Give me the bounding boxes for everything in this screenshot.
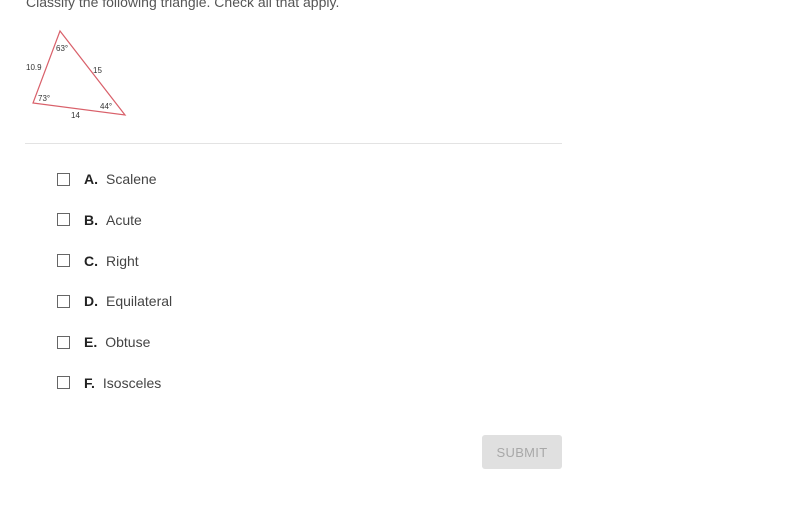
option-letter: C. (84, 252, 98, 269)
option-a[interactable]: A. Scalene (57, 170, 172, 188)
option-label: Isosceles (102, 374, 162, 391)
angle-label-bottom-left: 73° (38, 94, 50, 103)
option-b[interactable]: B. Acute (57, 211, 172, 229)
option-f[interactable]: F. Isosceles (57, 374, 172, 392)
option-letter: D. (84, 293, 98, 310)
option-letter: B. (84, 211, 98, 228)
option-label: Scalene (106, 171, 157, 187)
option-d[interactable]: D. Equilateral (57, 292, 172, 310)
answer-options: A. Scalene B. Acute C. Right D. Equilate… (57, 170, 172, 415)
option-label: Obtuse (105, 334, 151, 351)
angle-label-top: 63° (56, 44, 68, 53)
option-label: Equilateral (106, 293, 173, 310)
divider (25, 143, 562, 144)
triangle-figure: 10.9 15 14 63° 73° 44° (26, 29, 127, 120)
option-letter: F. (84, 374, 95, 391)
checkbox-c[interactable] (57, 254, 70, 268)
option-e[interactable]: E. Obtuse (57, 333, 172, 351)
option-label: Acute (106, 211, 142, 228)
submit-button[interactable]: SUBMIT (482, 435, 562, 469)
checkbox-f[interactable] (57, 376, 70, 390)
side-label-left: 10.9 (26, 63, 42, 72)
option-label: Right (106, 252, 139, 269)
option-letter: A. (84, 171, 98, 187)
checkbox-d[interactable] (57, 294, 70, 308)
option-letter: E. (84, 334, 98, 351)
checkbox-e[interactable] (57, 335, 70, 349)
side-label-bottom: 14 (71, 111, 80, 120)
angle-label-bottom-right: 44° (100, 102, 112, 111)
checkbox-a[interactable] (57, 172, 70, 186)
side-label-right: 15 (93, 66, 102, 75)
option-c[interactable]: C. Right (57, 252, 172, 270)
checkbox-b[interactable] (57, 213, 70, 227)
